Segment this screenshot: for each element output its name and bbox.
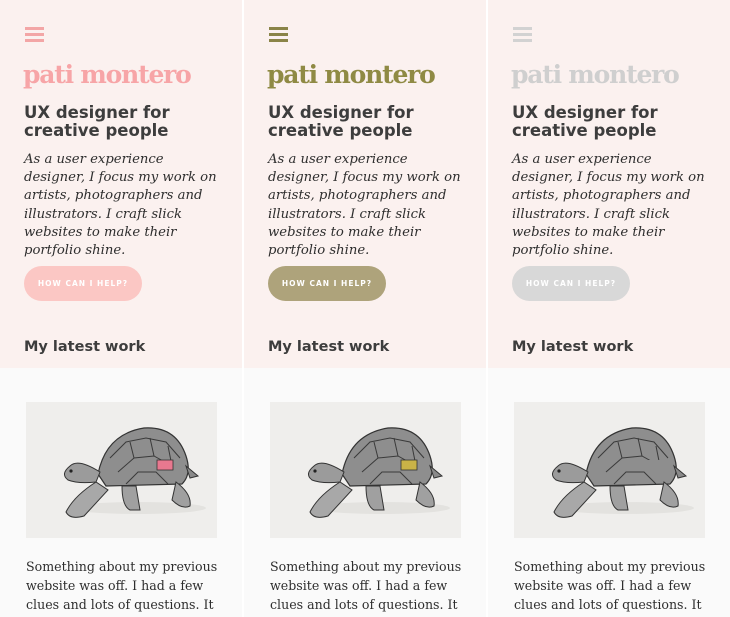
intro-text: As a user experience designer, I focus m… bbox=[24, 152, 217, 259]
logo[interactable]: pati montero bbox=[23, 60, 192, 89]
variant-column: pati montero UX designer for creative pe… bbox=[0, 0, 242, 617]
menu-bar bbox=[513, 39, 532, 42]
menu-bar bbox=[513, 27, 532, 30]
how-can-i-help-button[interactable]: HOW CAN I HELP? bbox=[268, 266, 386, 301]
logo[interactable]: pati montero bbox=[267, 60, 436, 89]
variant-comparison: pati montero UX designer for creative pe… bbox=[0, 0, 730, 617]
tortoise-image[interactable] bbox=[270, 402, 461, 538]
page-headline: UX designer for creative people bbox=[24, 103, 170, 140]
hamburger-menu-icon[interactable] bbox=[269, 27, 288, 42]
menu-bar bbox=[25, 39, 44, 42]
page-headline: UX designer for creative people bbox=[512, 103, 658, 140]
menu-bar bbox=[25, 27, 44, 30]
work-excerpt: Something about my previous website was … bbox=[270, 559, 462, 617]
work-excerpt: Something about my previous website was … bbox=[26, 559, 218, 617]
latest-work-title: My latest work bbox=[268, 339, 390, 355]
work-excerpt: Something about my previous website was … bbox=[514, 559, 706, 617]
menu-bar bbox=[513, 33, 532, 36]
variant-column: pati montero UX designer for creative pe… bbox=[488, 0, 730, 617]
variant-column: pati montero UX designer for creative pe… bbox=[244, 0, 486, 617]
intro-text: As a user experience designer, I focus m… bbox=[268, 152, 461, 259]
latest-work-title: My latest work bbox=[512, 339, 634, 355]
menu-bar bbox=[269, 27, 288, 30]
hamburger-menu-icon[interactable] bbox=[25, 27, 44, 42]
tortoise-image[interactable] bbox=[514, 402, 705, 538]
hero-section: pati montero UX designer for creative pe… bbox=[488, 0, 730, 368]
how-can-i-help-button[interactable]: HOW CAN I HELP? bbox=[512, 266, 630, 301]
menu-bar bbox=[269, 39, 288, 42]
page-headline: UX designer for creative people bbox=[268, 103, 414, 140]
latest-work-title: My latest work bbox=[24, 339, 146, 355]
intro-text: As a user experience designer, I focus m… bbox=[512, 152, 705, 259]
tortoise-image[interactable] bbox=[26, 402, 217, 538]
hamburger-menu-icon[interactable] bbox=[513, 27, 532, 42]
logo[interactable]: pati montero bbox=[511, 60, 680, 89]
how-can-i-help-button[interactable]: HOW CAN I HELP? bbox=[24, 266, 142, 301]
menu-bar bbox=[269, 33, 288, 36]
menu-bar bbox=[25, 33, 44, 36]
hero-section: pati montero UX designer for creative pe… bbox=[0, 0, 242, 368]
hero-section: pati montero UX designer for creative pe… bbox=[244, 0, 486, 368]
